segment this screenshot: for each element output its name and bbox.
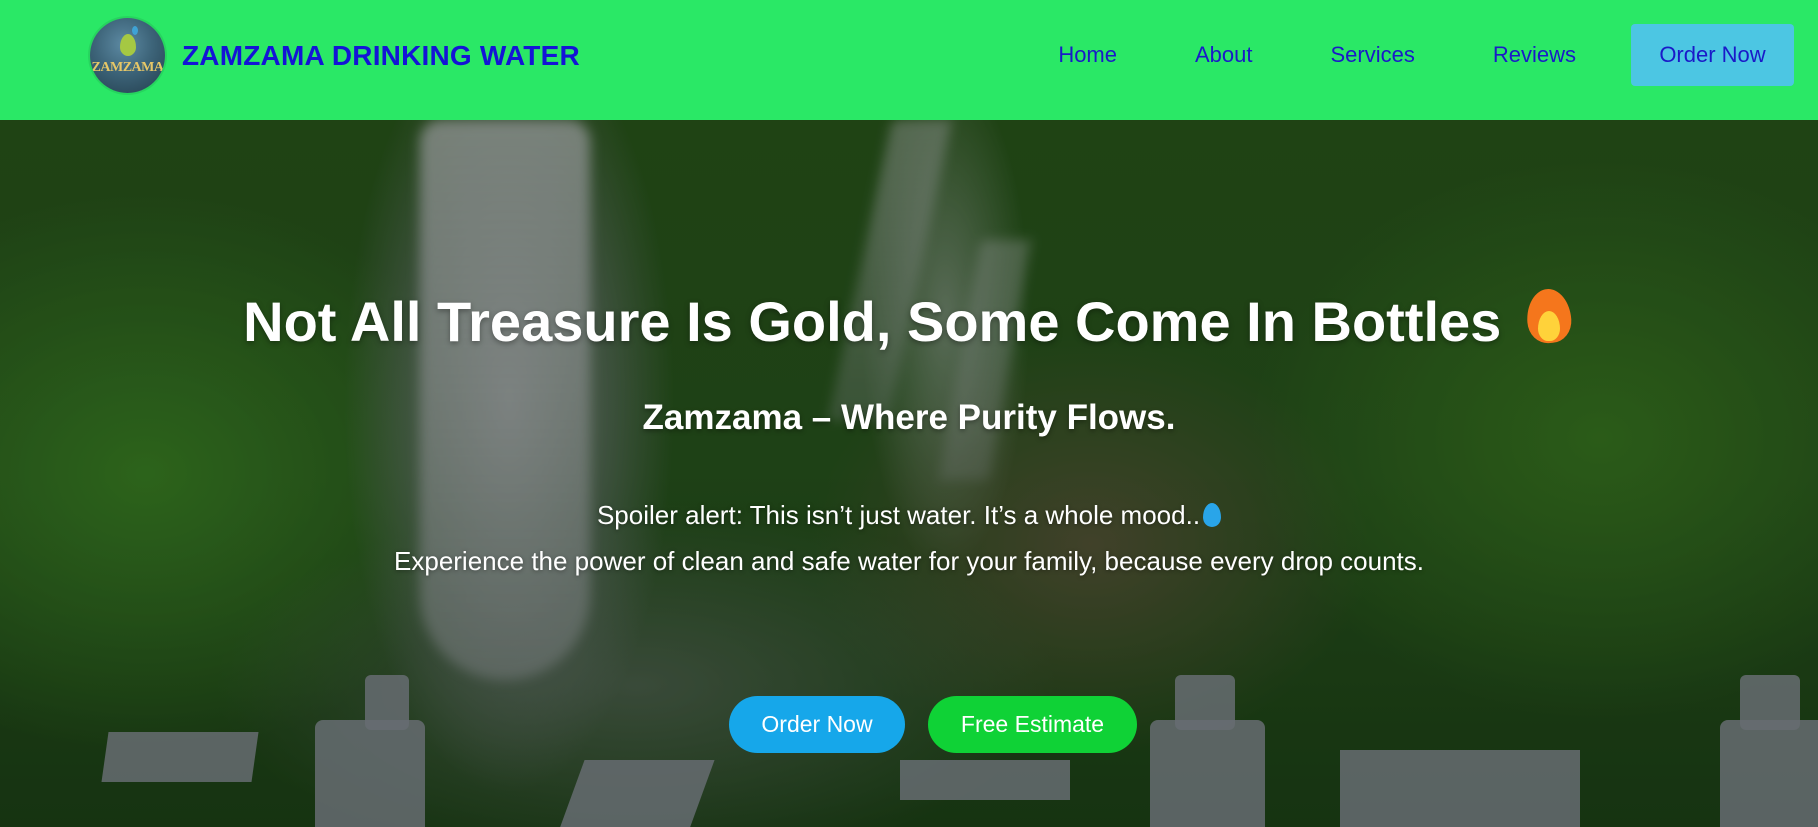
hero-subtitle: Zamzama – Where Purity Flows. (642, 398, 1176, 437)
hero-description: Experience the power of clean and safe w… (394, 546, 1424, 576)
site-header: ZAMZAMA ZAMZAMA DRINKING WATER Home Abou… (0, 0, 1818, 120)
hero-title: Not All Treasure Is Gold, Some Come In B… (0, 285, 1818, 354)
brand-logo[interactable]: ZAMZAMA (90, 18, 165, 93)
nav-link-services[interactable]: Services (1331, 24, 1415, 86)
free-estimate-button[interactable]: Free Estimate (928, 696, 1137, 753)
brand[interactable]: ZAMZAMA ZAMZAMA DRINKING WATER (90, 18, 580, 93)
hero-section: Not All Treasure Is Gold, Some Come In B… (0, 120, 1818, 827)
logo-drop-icon (120, 34, 136, 56)
nav-link-reviews[interactable]: Reviews (1493, 24, 1576, 86)
brand-title[interactable]: ZAMZAMA DRINKING WATER (182, 40, 580, 72)
hero-cta-group: Order Now Free Estimate (729, 696, 1137, 753)
hero-title-text: Not All Treasure Is Gold, Some Come In B… (243, 290, 1502, 353)
nav-link-about[interactable]: About (1195, 24, 1253, 86)
fire-icon (1523, 285, 1575, 345)
nav-order-now-button[interactable]: Order Now (1631, 24, 1794, 86)
nav-link-home[interactable]: Home (1058, 24, 1117, 86)
water-drop-icon (1203, 503, 1222, 527)
logo-text: ZAMZAMA (91, 60, 164, 75)
hero-order-now-button[interactable]: Order Now (729, 696, 905, 753)
hero-tagline-text: Spoiler alert: This isn’t just water. It… (596, 500, 1201, 530)
hero-tagline: Spoiler alert: This isn’t just water. It… (0, 500, 1818, 531)
main-nav: Home About Services Reviews Order Now (1058, 24, 1794, 86)
logo-small-drop-icon (132, 26, 138, 35)
